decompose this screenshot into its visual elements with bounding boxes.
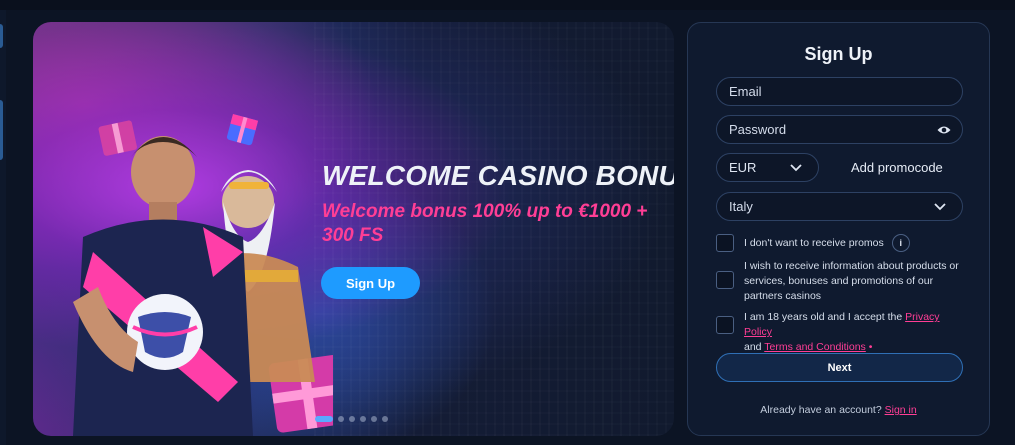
partner-info-checkbox[interactable] <box>716 271 734 289</box>
country-value: Italy <box>729 199 753 214</box>
rail-indicator <box>0 100 3 160</box>
partner-info-row: I wish to receive information about prod… <box>716 259 959 304</box>
add-promocode-link[interactable]: Add promocode <box>851 160 943 175</box>
promo-title: WELCOME CASINO BONUS <box>322 160 674 191</box>
left-rail <box>0 10 6 445</box>
promo-optout-checkbox[interactable] <box>716 234 734 252</box>
hero-illustration <box>73 114 333 436</box>
and-text: and <box>744 341 765 353</box>
gift-box-icon <box>98 120 137 156</box>
gift-box-icon <box>226 114 259 146</box>
currency-select[interactable]: EUR <box>716 153 819 182</box>
carousel-dot-active[interactable] <box>315 416 333 422</box>
eye-icon[interactable] <box>937 124 951 136</box>
password-placeholder: Password <box>729 122 787 137</box>
terms-link[interactable]: Terms and Conditions <box>764 341 866 353</box>
promo-optout-label: I don't want to receive promos <box>744 237 884 249</box>
email-placeholder: Email <box>729 84 762 99</box>
carousel-dot[interactable] <box>360 416 366 422</box>
carousel-dot[interactable] <box>349 416 355 422</box>
already-account-text: Already have an account? <box>760 404 882 416</box>
carousel-dot[interactable] <box>371 416 377 422</box>
promo-subtitle: Welcome bonus 100% up to €1000 + 300 FS <box>322 201 648 246</box>
age-terms-checkbox[interactable] <box>716 316 734 334</box>
footballer-figure <box>73 136 253 436</box>
carousel-dot[interactable] <box>382 416 388 422</box>
currency-value: EUR <box>729 160 757 175</box>
promo-banner[interactable]: WELCOME CASINO BONUS Welcome bonus 100% … <box>33 22 674 436</box>
sign-in-link[interactable]: Sign in <box>885 404 917 416</box>
signin-prompt: Already have an account? Sign in <box>688 404 989 416</box>
info-icon[interactable]: i <box>891 234 910 253</box>
signup-panel: Sign Up Email Password EUR Add promocode… <box>687 22 990 436</box>
signup-title: Sign Up <box>804 44 873 64</box>
email-field[interactable]: Email <box>716 77 963 106</box>
chevron-down-icon <box>934 203 946 211</box>
country-select[interactable]: Italy <box>716 192 963 221</box>
partner-info-label: I wish to receive information about prod… <box>744 260 959 302</box>
next-button[interactable]: Next <box>716 353 963 382</box>
promo-optout-row: I don't want to receive promos i <box>716 234 910 253</box>
carousel-dot[interactable] <box>338 416 344 422</box>
carousel-dots <box>315 416 388 422</box>
password-field[interactable]: Password <box>716 115 963 144</box>
age-terms-text: I am 18 years old and I accept the <box>744 311 906 323</box>
rail-indicator <box>0 24 3 48</box>
top-bar <box>0 0 1015 10</box>
age-terms-row: I am 18 years old and I accept the Priva… <box>716 310 964 355</box>
required-mark: • <box>865 341 873 353</box>
chevron-down-icon <box>790 164 802 172</box>
banner-signup-button[interactable]: Sign Up <box>321 267 420 299</box>
